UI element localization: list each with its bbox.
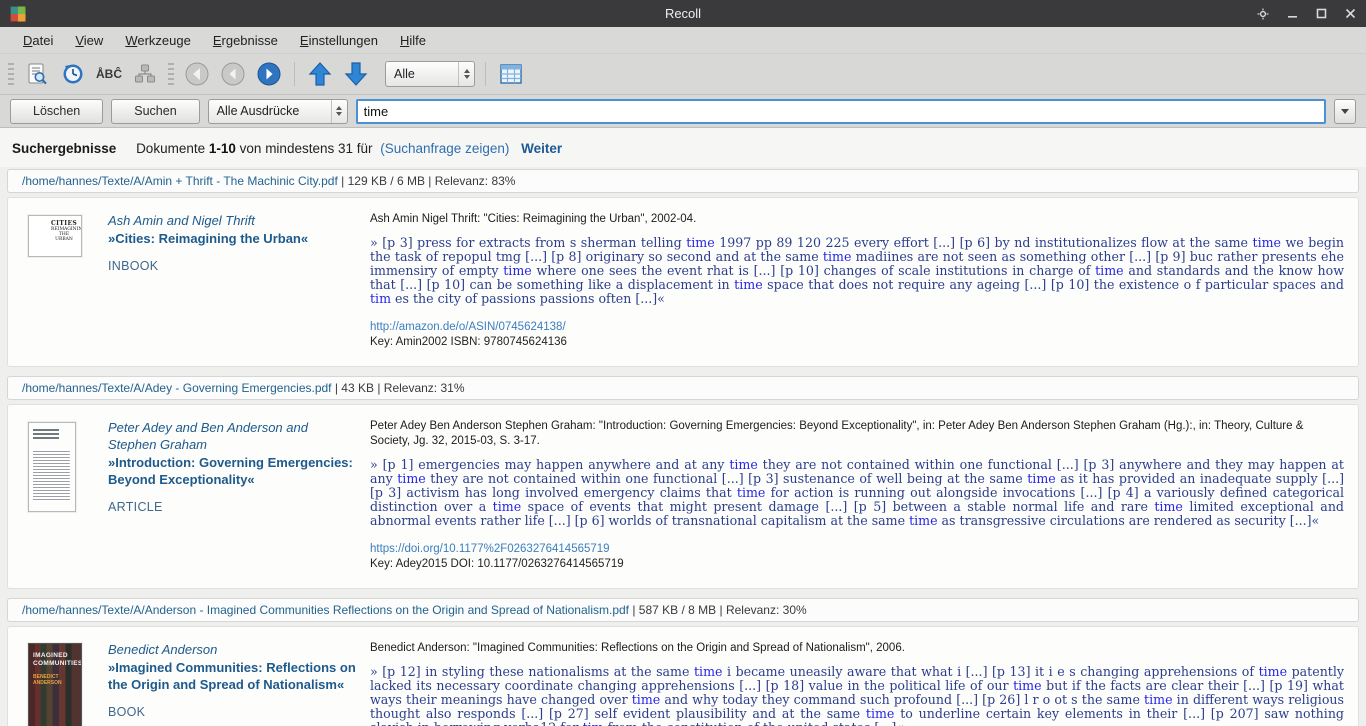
- results-header: Suchergebnisse Dokumente 1-10 von mindes…: [0, 128, 1366, 167]
- menubar: Datei View Werkzeuge Ergebnisse Einstell…: [0, 27, 1366, 54]
- result-detail-column: Peter Adey Ben Anderson Stephen Graham: …: [370, 419, 1348, 572]
- spinner-arrows-icon[interactable]: [331, 100, 347, 123]
- spinner-arrows-icon[interactable]: [458, 62, 474, 86]
- result-path-link[interactable]: /home/hannes/Texte/A/Anderson - Imagined…: [22, 603, 629, 617]
- next-page-icon[interactable]: [254, 59, 284, 89]
- chevron-down-icon: [1341, 109, 1349, 114]
- result-path-link[interactable]: /home/hannes/Texte/A/Amin + Thrift - The…: [22, 174, 338, 188]
- document-thumbnail[interactable]: IMAGINED COMMUNITIES BENEDICT ANDERSON: [28, 643, 82, 726]
- menu-datei[interactable]: Datei: [14, 29, 62, 52]
- category-filter-select[interactable]: Alle: [385, 61, 475, 87]
- result-key: Key: Amin2002 ISBN: 9780745624136: [370, 335, 1344, 350]
- document-thumbnail[interactable]: [28, 422, 76, 512]
- toolbar: ÅBĈ: [0, 54, 1366, 95]
- result-path-row: /home/hannes/Texte/A/Amin + Thrift - The…: [7, 169, 1359, 193]
- toolbar-grip: [168, 63, 174, 85]
- search-bar: Löschen Suchen Alle Ausdrücke: [0, 95, 1366, 128]
- thumbnail-author-text: BENEDICT ANDERSON: [33, 674, 81, 686]
- result-title: »Introduction: Governing Emergencies: Be…: [108, 454, 356, 488]
- result-citation: Ash Amin Nigel Thrift: "Cities: Reimagin…: [370, 212, 1344, 227]
- thumbnail-title-text: IMAGINED COMMUNITIES: [33, 652, 82, 668]
- menu-einstellungen[interactable]: Einstellungen: [291, 29, 387, 52]
- result-title: »Cities: Reimagining the Urban«: [108, 230, 356, 247]
- result-summary-column: Ash Amin and Nigel Thrift »Cities: Reima…: [108, 212, 370, 350]
- result-thumbnail-column: CITIESREIMAGINING THE URBAN: [28, 212, 108, 350]
- menu-ergebnisse[interactable]: Ergebnisse: [204, 29, 287, 52]
- thumbnail-subtitle-text: REIMAGINING THE URBAN: [51, 227, 82, 242]
- history-clock-icon[interactable]: [58, 59, 88, 89]
- result-url-link[interactable]: https://doi.org/10.1177%2F02632764145657…: [370, 542, 610, 557]
- toolbar-separator: [485, 62, 486, 86]
- menu-view[interactable]: View: [66, 29, 112, 52]
- result-card: IMAGINED COMMUNITIES BENEDICT ANDERSON B…: [7, 626, 1359, 726]
- window-title: Recoll: [0, 6, 1366, 21]
- result-snippet: » [p 12] in styling these nationalisms a…: [370, 665, 1344, 726]
- term-explorer-abc-icon[interactable]: ÅBĈ: [94, 59, 124, 89]
- previous-result-up-icon[interactable]: [305, 59, 335, 89]
- category-filter-value: Alle: [386, 67, 458, 81]
- clear-button[interactable]: Löschen: [10, 99, 103, 124]
- search-mode-select[interactable]: Alle Ausdrücke: [208, 99, 348, 124]
- next-result-down-icon[interactable]: [341, 59, 371, 89]
- result-path-row: /home/hannes/Texte/A/Adey - Governing Em…: [7, 376, 1359, 400]
- search-mode-value: Alle Ausdrücke: [209, 104, 331, 118]
- result-path-row: /home/hannes/Texte/A/Anderson - Imagined…: [7, 598, 1359, 622]
- docs-range: 1-10: [209, 141, 236, 156]
- result-doctype: ARTICLE: [108, 500, 356, 514]
- result-authors: Peter Adey and Ben Anderson and Stephen …: [108, 419, 356, 453]
- result-summary-column: Benedict Anderson »Imagined Communities:…: [108, 641, 370, 726]
- recoll-app-icon: [10, 6, 26, 22]
- settings-icon[interactable]: [1257, 8, 1269, 20]
- toolbar-grip: [8, 63, 14, 85]
- table-view-icon[interactable]: [496, 59, 526, 89]
- toolbar-separator: [294, 62, 295, 86]
- result-thumbnail-column: [28, 419, 108, 572]
- result-summary-column: Peter Adey and Ben Anderson and Stephen …: [108, 419, 370, 572]
- result-key: Key: Adey2015 DOI: 10.1177/0263276414565…: [370, 557, 1344, 572]
- result-doctype: INBOOK: [108, 259, 356, 273]
- result-doctype: BOOK: [108, 705, 356, 719]
- result-detail-column: Benedict Anderson: "Imagined Communities…: [370, 641, 1348, 726]
- show-query-link[interactable]: (Suchanfrage zeigen): [380, 141, 509, 156]
- result-title: »Imagined Communities: Reflections on th…: [108, 659, 356, 693]
- result-url-link[interactable]: http://amazon.de/o/ASIN/0745624138/: [370, 320, 566, 335]
- docs-count-text: von mindestens 31 für: [240, 141, 373, 156]
- close-icon[interactable]: [1345, 8, 1356, 19]
- titlebar: Recoll: [0, 0, 1366, 27]
- minimize-icon[interactable]: [1287, 8, 1298, 19]
- result-card: Peter Adey and Ben Anderson and Stephen …: [7, 404, 1359, 589]
- result-citation: Benedict Anderson: "Imagined Communities…: [370, 641, 1344, 656]
- search-history-dropdown-button[interactable]: [1334, 99, 1356, 124]
- result-meta: | 129 KB / 6 MB | Relevanz: 83%: [338, 174, 516, 188]
- next-page-link[interactable]: Weiter: [521, 141, 562, 156]
- preview-document-icon[interactable]: [22, 59, 52, 89]
- sort-parameters-icon[interactable]: [130, 59, 160, 89]
- window-controls: [1257, 8, 1356, 20]
- search-input[interactable]: [356, 99, 1326, 124]
- previous-page-icon[interactable]: [218, 59, 248, 89]
- results-title: Suchergebnisse: [12, 141, 116, 156]
- result-card: CITIESREIMAGINING THE URBAN Ash Amin and…: [7, 197, 1359, 367]
- first-page-icon[interactable]: [182, 59, 212, 89]
- maximize-icon[interactable]: [1316, 8, 1327, 19]
- result-snippet: » [p 3] press for extracts from s sherma…: [370, 236, 1344, 306]
- docs-label: Dokumente: [136, 141, 205, 156]
- result-snippet: » [p 1] emergencies may happen anywhere …: [370, 458, 1344, 528]
- result-meta: | 587 KB / 8 MB | Relevanz: 30%: [629, 603, 807, 617]
- menu-werkzeuge[interactable]: Werkzeuge: [116, 29, 200, 52]
- result-path-link[interactable]: /home/hannes/Texte/A/Adey - Governing Em…: [22, 381, 332, 395]
- result-detail-column: Ash Amin Nigel Thrift: "Cities: Reimagin…: [370, 212, 1348, 350]
- document-thumbnail[interactable]: CITIESREIMAGINING THE URBAN: [28, 215, 82, 257]
- menu-hilfe[interactable]: Hilfe: [391, 29, 435, 52]
- result-authors: Benedict Anderson: [108, 641, 356, 658]
- thumbnail-title-text: CITIES: [51, 220, 77, 227]
- search-button[interactable]: Suchen: [111, 99, 199, 124]
- result-citation: Peter Adey Ben Anderson Stephen Graham: …: [370, 419, 1344, 449]
- results-area: Suchergebnisse Dokumente 1-10 von mindes…: [0, 128, 1366, 726]
- result-meta: | 43 KB | Relevanz: 31%: [332, 381, 465, 395]
- result-authors: Ash Amin and Nigel Thrift: [108, 212, 356, 229]
- result-thumbnail-column: IMAGINED COMMUNITIES BENEDICT ANDERSON: [28, 641, 108, 726]
